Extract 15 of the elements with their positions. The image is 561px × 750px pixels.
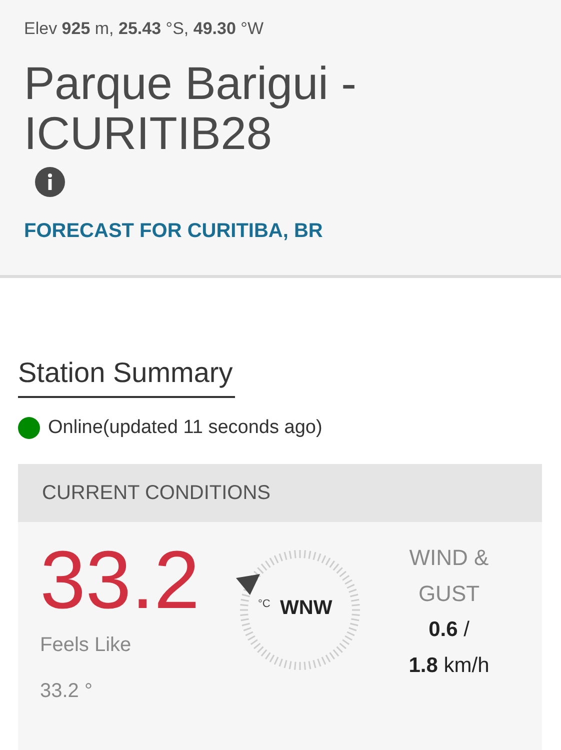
feels-like-value: 33.2 ° <box>40 679 94 704</box>
unit-text: °C <box>258 597 270 612</box>
wind-value: 0.6 / <box>428 617 470 644</box>
status-text: Online(updated 11 seconds ago) <box>48 416 322 440</box>
section-heading: Station Summary <box>18 356 235 398</box>
station-title: Parque Barigui - ICURITIB28 <box>24 58 358 158</box>
location-text: Elev 925 m, 25.43 °S, 49.30 °W <box>24 18 264 40</box>
wind-label: WIND & GUST <box>408 544 490 608</box>
info-icon[interactable] <box>34 166 66 198</box>
card-header: CURRENT CONDITIONS <box>18 464 542 522</box>
feels-like-label: Feels Like <box>40 633 132 658</box>
forecast-link[interactable]: FORECAST FOR CURITIBA, BR <box>24 216 323 246</box>
gust-value: 1.8 km/h <box>408 653 490 680</box>
wind-direction: WNW <box>280 596 332 622</box>
temperature-value: 33.2 <box>40 540 201 622</box>
